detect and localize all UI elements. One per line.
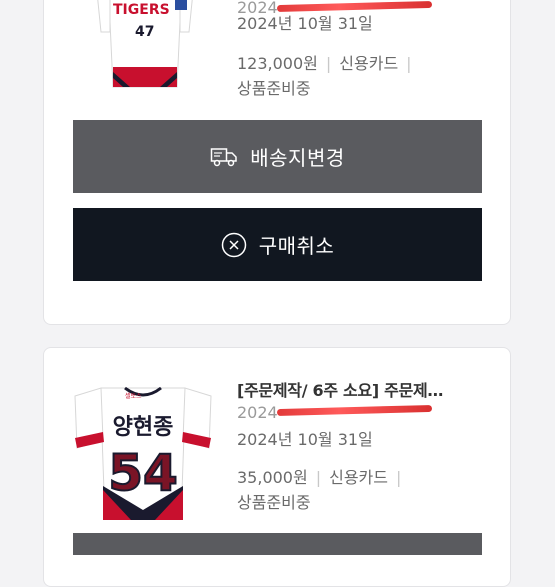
order-date: 2024년 10월 31일	[237, 430, 373, 449]
jersey-number: 47	[135, 24, 154, 40]
order-info: [주문제작/ 6주 소요] 주문제… 2024 2024년 10월 31일 35…	[237, 372, 487, 512]
order-price: 123,000원	[237, 54, 318, 73]
divider: |	[406, 54, 412, 73]
order-date: 2024년 10월 31일	[237, 14, 373, 33]
redaction-mark	[276, 404, 433, 417]
jersey-tag-text: 셀토스	[125, 392, 142, 400]
delivery-truck-icon	[210, 146, 238, 168]
payment-method: 신용카드	[329, 468, 388, 487]
jersey-number: 54	[108, 444, 178, 502]
price-payment-row: 123,000원 | 신용카드 |	[237, 50, 420, 74]
change-address-button[interactable]: 배송지변경	[73, 120, 482, 193]
divider: |	[315, 468, 322, 487]
jersey-image: TIGERS 47	[97, 0, 193, 88]
divider: |	[396, 468, 402, 487]
jersey-player-name: 양현종	[113, 415, 174, 440]
price-payment-row: 35,000원 | 신용카드 |	[237, 464, 409, 488]
order-price: 35,000원	[237, 468, 308, 487]
payment-method: 신용카드	[339, 54, 399, 73]
order-status: 상품준비중	[237, 79, 311, 98]
circle-x-icon	[221, 232, 247, 258]
cancel-order-label: 구매취소	[258, 234, 335, 258]
divider: |	[325, 54, 332, 73]
jersey-team-text: TIGERS	[113, 2, 170, 18]
product-thumbnail[interactable]: 셀토스 양현종 54	[73, 378, 213, 521]
cancel-order-button[interactable]: 구매취소	[73, 208, 482, 281]
change-address-label: 배송지변경	[250, 146, 345, 170]
order-info: 2024 2024년 10월 31일 123,000원 | 신용카드 | 상품준비중	[237, 0, 487, 100]
product-title[interactable]: [주문제작/ 6주 소요] 주문제…	[237, 377, 443, 401]
product-thumbnail[interactable]: TIGERS 47	[95, 0, 195, 100]
jersey-image: 셀토스 양현종 54	[74, 386, 212, 521]
order-status: 상품준비중	[237, 493, 311, 512]
order-number-partial: 2024	[237, 403, 278, 422]
change-address-button[interactable]	[73, 533, 482, 555]
